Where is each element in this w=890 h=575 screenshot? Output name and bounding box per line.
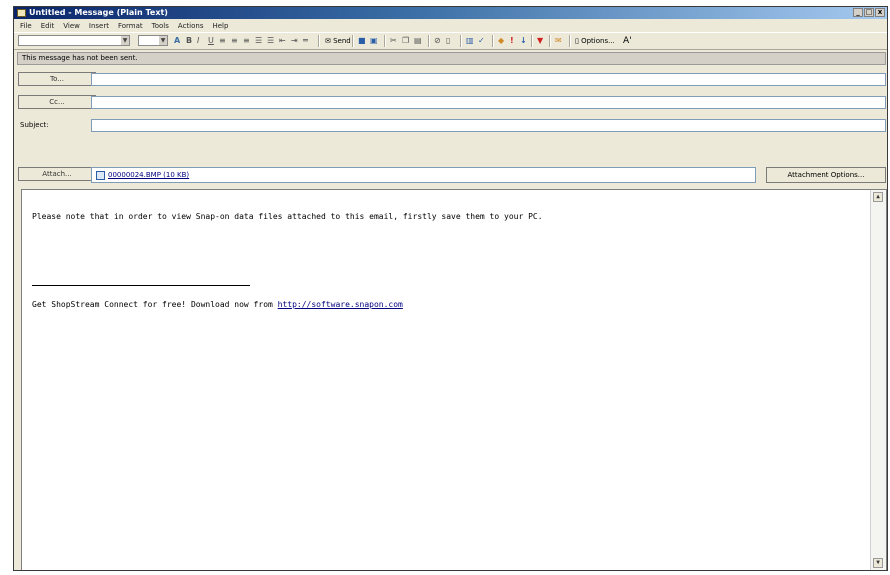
attachment-field[interactable]: 00000024.BMP (10 KB) [91, 167, 756, 183]
options-label: Options... [581, 37, 615, 45]
bitmap-file-icon [96, 171, 105, 180]
font-size-combo[interactable]: ▼ [138, 35, 168, 46]
chevron-down-icon: ▼ [159, 36, 167, 45]
menu-format[interactable]: Format [118, 22, 143, 30]
body-line-2: Get ShopStream Connect for free! Downloa… [32, 300, 403, 309]
scroll-up-icon[interactable]: ▲ [873, 192, 883, 202]
cc-button[interactable]: Cc... [18, 95, 96, 109]
info-bar: This message has not been sent. [17, 52, 886, 65]
decrease-indent-icon[interactable]: ⇤ [279, 36, 286, 46]
paste-icon[interactable]: ▤ [414, 36, 422, 46]
permission-icon[interactable]: ◆ [498, 36, 504, 46]
options-button[interactable]: ▯ Options... [575, 36, 615, 46]
insert-item-icon[interactable]: ▯ [446, 36, 450, 46]
attachment-options-button[interactable]: Attachment Options... [766, 167, 886, 183]
envelope-icon[interactable]: ✉ [555, 36, 562, 46]
toolbar-separator [531, 35, 533, 47]
address-book-icon[interactable]: ▥ [466, 36, 474, 46]
cc-field[interactable] [91, 96, 886, 109]
to-field[interactable] [91, 73, 886, 86]
window-controls: _ □ x [853, 8, 885, 17]
italic-icon[interactable]: I [197, 36, 199, 46]
body-line-1: Please note that in order to view Snap-o… [32, 212, 543, 221]
body-line-2-text: Get ShopStream Connect for free! Downloa… [32, 300, 278, 309]
attach-button[interactable]: Attach... [18, 167, 96, 181]
menu-insert[interactable]: Insert [89, 22, 109, 30]
save-icon[interactable]: ■ [358, 36, 366, 46]
horizontal-line-icon[interactable]: ═ [303, 36, 308, 46]
close-button[interactable]: x [875, 8, 885, 17]
message-body[interactable]: Please note that in order to view Snap-o… [21, 189, 887, 570]
low-importance-icon[interactable]: ↓ [520, 36, 527, 46]
high-importance-icon[interactable]: ! [510, 36, 514, 46]
message-window: Untitled - Message (Plain Text) _ □ x Fi… [13, 6, 888, 571]
scroll-down-icon[interactable]: ▼ [873, 558, 883, 568]
title-bar[interactable]: Untitled - Message (Plain Text) _ □ x [14, 7, 887, 19]
toolbar-separator [352, 35, 354, 47]
envelope-icon [17, 9, 26, 17]
toolbar-separator [460, 35, 462, 47]
numbered-list-icon[interactable]: ☰ [255, 36, 262, 46]
toolbar-separator [384, 35, 386, 47]
minimize-button[interactable]: _ [853, 8, 863, 17]
follow-up-flag-icon[interactable]: ▼ [537, 36, 543, 46]
font-color-icon[interactable]: A [174, 36, 180, 46]
options-icon: ▯ [575, 37, 579, 45]
toolbar-separator [569, 35, 571, 47]
toolbar-separator [428, 35, 430, 47]
chevron-down-icon: ▼ [121, 36, 129, 45]
subject-field[interactable] [91, 119, 886, 132]
vertical-scrollbar[interactable]: ▲ ▼ [870, 190, 886, 570]
maximize-button[interactable]: □ [864, 8, 874, 17]
subject-label: Subject: [20, 121, 49, 129]
menu-bar: File Edit View Insert Format Tools Actio… [14, 20, 887, 31]
print-icon[interactable]: ▣ [370, 36, 378, 46]
attachment-name[interactable]: 00000024.BMP (10 KB) [108, 168, 189, 182]
copy-icon[interactable]: ❐ [402, 36, 409, 46]
cut-icon[interactable]: ✂ [390, 36, 397, 46]
to-button[interactable]: To... [18, 72, 96, 86]
toolbar-separator [492, 35, 494, 47]
send-label: Send [333, 37, 351, 45]
check-names-icon[interactable]: ✓ [478, 36, 485, 46]
bold-icon[interactable]: B [186, 36, 192, 46]
menu-view[interactable]: View [63, 22, 80, 30]
menu-help[interactable]: Help [212, 22, 228, 30]
attach-file-icon[interactable]: ⊘ [434, 36, 441, 46]
download-link[interactable]: http://software.snapon.com [278, 300, 403, 309]
menu-tools[interactable]: Tools [152, 22, 169, 30]
signature-divider [32, 285, 250, 286]
window-title: Untitled - Message (Plain Text) [29, 8, 168, 17]
menu-actions[interactable]: Actions [178, 22, 204, 30]
toolbar-separator [549, 35, 551, 47]
bullet-list-icon[interactable]: ☰ [267, 36, 274, 46]
font-name-combo[interactable]: ▼ [18, 35, 130, 46]
toolbar-separator [318, 35, 320, 47]
send-button[interactable]: ✉ Send [325, 36, 351, 46]
font-size-increase-button[interactable]: A' [623, 36, 632, 46]
formatting-toolbar: ▼ ▼ A B I U ≡ ≡ ≡ ☰ ☰ ⇤ ⇥ ═ ✉ Send ■ ▣ ✂… [14, 32, 887, 50]
align-center-icon[interactable]: ≡ [231, 36, 238, 46]
align-left-icon[interactable]: ≡ [219, 36, 226, 46]
align-right-icon[interactable]: ≡ [243, 36, 250, 46]
underline-icon[interactable]: U [208, 36, 214, 46]
menu-file[interactable]: File [20, 22, 32, 30]
menu-edit[interactable]: Edit [41, 22, 55, 30]
increase-indent-icon[interactable]: ⇥ [291, 36, 298, 46]
send-icon: ✉ [325, 37, 331, 45]
